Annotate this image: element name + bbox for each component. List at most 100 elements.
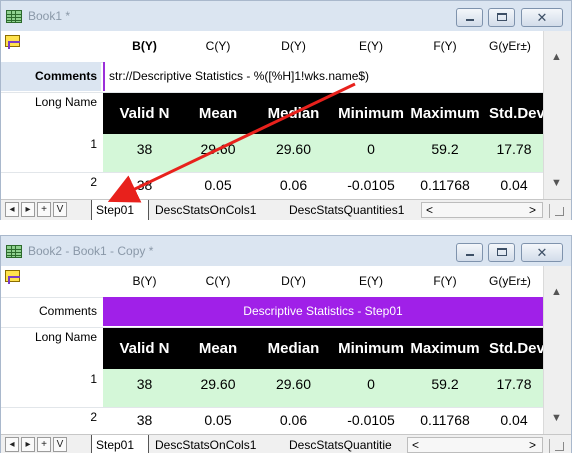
- long-name-g[interactable]: Std.Dev: [485, 328, 543, 369]
- cell-d1[interactable]: 29.60: [250, 369, 337, 399]
- tab-next-button[interactable]: ▸: [21, 202, 35, 217]
- cell-c1[interactable]: 29.60: [186, 369, 250, 399]
- cell-b2[interactable]: 38: [103, 170, 186, 200]
- horizontal-scrollbar[interactable]: < >: [407, 437, 543, 453]
- column-header-d[interactable]: D(Y): [250, 266, 337, 297]
- column-header-e[interactable]: E(Y): [337, 31, 405, 62]
- row-label-long-name[interactable]: Long Name: [1, 330, 101, 344]
- vertical-scrollbar[interactable]: ▲ ▼: [543, 266, 571, 434]
- long-name-d[interactable]: Median: [250, 328, 337, 369]
- worksheet-grid[interactable]: B(Y) C(Y) D(Y) E(Y) F(Y) G(yEr±) Comment…: [1, 266, 571, 453]
- worksheet-grid[interactable]: B(Y) C(Y) D(Y) E(Y) F(Y) G(yEr±) Comment…: [1, 31, 571, 220]
- scroll-left-icon[interactable]: <: [412, 438, 419, 452]
- row-number-2[interactable]: 2: [1, 410, 101, 424]
- cell-b2[interactable]: 38: [103, 405, 186, 435]
- long-name-g[interactable]: Std.Dev: [485, 93, 543, 134]
- column-header-f[interactable]: F(Y): [405, 31, 485, 62]
- row-number-1[interactable]: 1: [1, 137, 101, 151]
- column-header-e[interactable]: E(Y): [337, 266, 405, 297]
- cell-g2[interactable]: 0.04: [485, 405, 543, 435]
- close-button[interactable]: ✕: [521, 243, 563, 262]
- long-name-d[interactable]: Median: [250, 93, 337, 134]
- long-name-b[interactable]: Valid N: [103, 93, 186, 134]
- scroll-right-icon[interactable]: >: [529, 203, 536, 217]
- minimize-button[interactable]: [456, 8, 483, 27]
- sheet-tab-descstatsquantities1[interactable]: DescStatsQuantities1: [285, 200, 419, 220]
- cell-g1[interactable]: 17.78: [485, 134, 543, 164]
- sheet-tab-descstatsoncols1[interactable]: DescStatsOnCols1: [151, 200, 271, 220]
- resize-grip-icon[interactable]: [549, 204, 567, 218]
- cell-d2[interactable]: 0.06: [250, 405, 337, 435]
- workbook-window-book2[interactable]: Book2 - Book1 - Copy * ✕ B(Y) C(Y) D(Y) …: [0, 235, 572, 453]
- scroll-down-icon[interactable]: ▼: [551, 177, 562, 189]
- long-name-f[interactable]: Maximum: [405, 93, 485, 134]
- minimize-button[interactable]: [456, 243, 483, 262]
- vertical-scrollbar[interactable]: ▲ ▼: [543, 31, 571, 199]
- row-label-comments[interactable]: Comments: [1, 297, 101, 326]
- column-header-c[interactable]: C(Y): [186, 266, 250, 297]
- maximize-button[interactable]: [488, 243, 515, 262]
- worksheet-corner-icon[interactable]: [4, 269, 20, 284]
- sheet-tab-step01[interactable]: Step01: [91, 435, 149, 453]
- close-button[interactable]: ✕: [521, 8, 563, 27]
- row-number-2[interactable]: 2: [1, 175, 101, 189]
- long-name-e[interactable]: Minimum: [337, 93, 405, 134]
- scroll-right-icon[interactable]: >: [529, 438, 536, 452]
- scroll-up-icon[interactable]: ▲: [551, 286, 562, 298]
- long-name-f[interactable]: Maximum: [405, 328, 485, 369]
- row-label-comments[interactable]: Comments: [1, 62, 101, 91]
- cell-b1[interactable]: 38: [103, 134, 186, 164]
- cell-g1[interactable]: 17.78: [485, 369, 543, 399]
- title-bar[interactable]: Book2 - Book1 - Copy * ✕: [1, 236, 571, 266]
- comments-cell[interactable]: str://Descriptive Statistics - %([%H]1!w…: [103, 62, 543, 91]
- row-number-1[interactable]: 1: [1, 372, 101, 386]
- sheet-tab-descstatsquantities[interactable]: DescStatsQuantitie: [285, 435, 405, 453]
- column-header-b[interactable]: B(Y): [103, 31, 186, 62]
- cell-f2[interactable]: 0.11768: [405, 405, 485, 435]
- column-header-c[interactable]: C(Y): [186, 31, 250, 62]
- row-label-long-name[interactable]: Long Name: [1, 95, 101, 109]
- column-header-g[interactable]: G(yEr±): [485, 31, 543, 62]
- sheet-list-button[interactable]: V: [53, 202, 67, 217]
- cell-d1[interactable]: 29.60: [250, 134, 337, 164]
- column-header-d[interactable]: D(Y): [250, 31, 337, 62]
- scroll-up-icon[interactable]: ▲: [551, 51, 562, 63]
- cell-e2[interactable]: -0.0105: [337, 405, 405, 435]
- cell-f1[interactable]: 59.2: [405, 369, 485, 399]
- resize-grip-icon[interactable]: [549, 439, 567, 453]
- tab-next-button[interactable]: ▸: [21, 437, 35, 452]
- sheet-list-button[interactable]: V: [53, 437, 67, 452]
- scroll-left-icon[interactable]: <: [426, 203, 433, 217]
- scroll-down-icon[interactable]: ▼: [551, 412, 562, 424]
- worksheet-corner-icon[interactable]: [4, 34, 20, 49]
- cell-d2[interactable]: 0.06: [250, 170, 337, 200]
- maximize-button[interactable]: [488, 8, 515, 27]
- cell-e2[interactable]: -0.0105: [337, 170, 405, 200]
- long-name-b[interactable]: Valid N: [103, 328, 186, 369]
- comments-cell[interactable]: Descriptive Statistics - Step01: [103, 297, 543, 326]
- column-header-f[interactable]: F(Y): [405, 266, 485, 297]
- cell-e1[interactable]: 0: [337, 369, 405, 399]
- cell-f2[interactable]: 0.11768: [405, 170, 485, 200]
- cell-c2[interactable]: 0.05: [186, 405, 250, 435]
- cell-f1[interactable]: 59.2: [405, 134, 485, 164]
- sheet-tab-step01[interactable]: Step01: [91, 200, 149, 220]
- workbook-window-book1[interactable]: Book1 * ✕ B(Y) C(Y) D(Y) E(Y) F(Y) G(yEr…: [0, 0, 572, 220]
- cell-c1[interactable]: 29.60: [186, 134, 250, 164]
- cell-c2[interactable]: 0.05: [186, 170, 250, 200]
- title-bar[interactable]: Book1 * ✕: [1, 1, 571, 31]
- tab-prev-button[interactable]: ◂: [5, 437, 19, 452]
- long-name-c[interactable]: Mean: [186, 328, 250, 369]
- tab-prev-button[interactable]: ◂: [5, 202, 19, 217]
- horizontal-scrollbar[interactable]: < >: [421, 202, 543, 218]
- add-sheet-button[interactable]: +: [37, 437, 51, 452]
- add-sheet-button[interactable]: +: [37, 202, 51, 217]
- column-header-g[interactable]: G(yEr±): [485, 266, 543, 297]
- long-name-e[interactable]: Minimum: [337, 328, 405, 369]
- cell-g2[interactable]: 0.04: [485, 170, 543, 200]
- column-header-b[interactable]: B(Y): [103, 266, 186, 297]
- long-name-c[interactable]: Mean: [186, 93, 250, 134]
- cell-b1[interactable]: 38: [103, 369, 186, 399]
- cell-e1[interactable]: 0: [337, 134, 405, 164]
- sheet-tab-descstatsoncols1[interactable]: DescStatsOnCols1: [151, 435, 271, 453]
